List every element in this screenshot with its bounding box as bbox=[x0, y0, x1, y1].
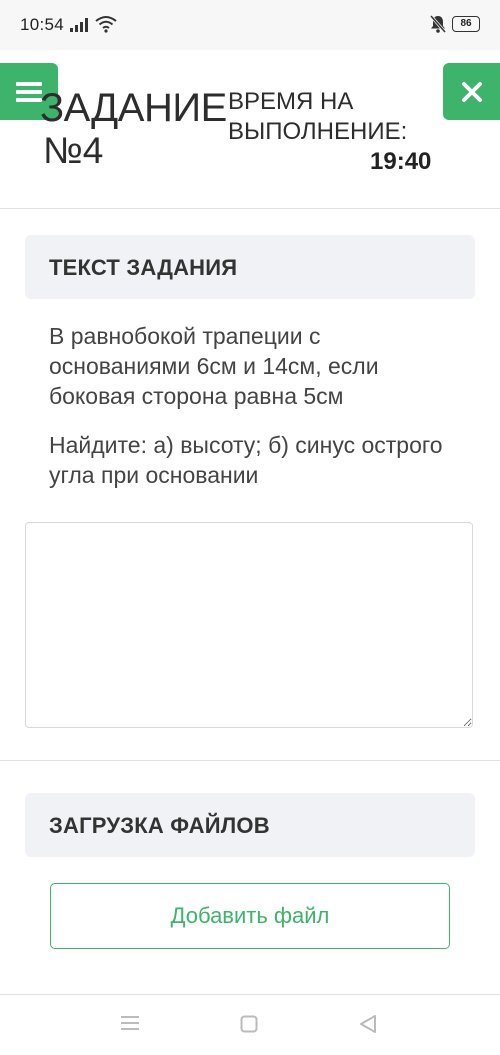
bell-off-icon bbox=[430, 15, 446, 33]
status-bar: 10:54 86 bbox=[0, 0, 500, 50]
upload-section-header: ЗАГРУЗКА ФАЙЛОВ bbox=[25, 793, 475, 857]
section-title: ТЕКСТ ЗАДАНИЯ bbox=[49, 255, 238, 280]
time-remaining: 19:40 bbox=[370, 148, 432, 175]
time-label: ВРЕМЯ НА ВЫПОЛНЕНИЕ: bbox=[228, 88, 408, 145]
section-divider bbox=[0, 760, 500, 761]
close-icon bbox=[461, 81, 482, 102]
home-icon[interactable] bbox=[240, 1015, 258, 1033]
task-paragraph-condition: В равнобокой трапеции с основаниями 6см … bbox=[49, 323, 379, 409]
task-number: №4 bbox=[43, 130, 104, 171]
battery-indicator: 86 bbox=[452, 16, 480, 32]
page-title: ЗАДАНИЕ bbox=[40, 86, 227, 130]
section-title: ЗАГРУЗКА ФАЙЛОВ bbox=[49, 813, 270, 838]
header-divider bbox=[0, 208, 500, 209]
wifi-icon bbox=[95, 16, 117, 33]
back-icon[interactable] bbox=[358, 1014, 378, 1034]
recent-apps-icon[interactable] bbox=[120, 1015, 140, 1031]
signal-icon bbox=[70, 18, 88, 32]
task-paragraph-question: Найдите: а) высоту; б) синус острого угл… bbox=[49, 432, 443, 488]
answer-textarea[interactable] bbox=[25, 522, 473, 728]
task-text-section-header: ТЕКСТ ЗАДАНИЯ bbox=[25, 235, 475, 299]
navigation-bar bbox=[0, 995, 500, 1055]
close-button[interactable] bbox=[443, 63, 500, 120]
status-time: 10:54 bbox=[20, 15, 65, 34]
hamburger-icon bbox=[16, 81, 42, 102]
add-file-button[interactable]: Добавить файл bbox=[50, 883, 450, 949]
